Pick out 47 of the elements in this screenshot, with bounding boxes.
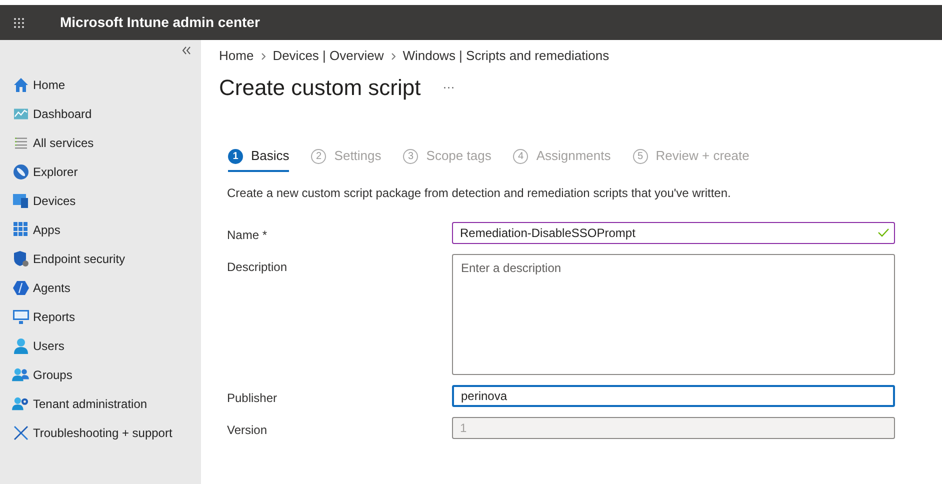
chevron-icon — [390, 52, 396, 60]
list-icon — [12, 136, 28, 148]
collapse-icon[interactable] — [182, 46, 191, 55]
field-label: Publisher — [227, 390, 278, 407]
sidebar-item[interactable]: Endpoint security — [0, 244, 201, 273]
breadcrumb-link[interactable]: Home — [219, 46, 254, 66]
step-number: 5 — [632, 148, 648, 164]
reports-icon — [12, 308, 28, 324]
apps-icon — [12, 222, 28, 237]
sidebar-item[interactable]: Devices — [0, 186, 201, 215]
user-icon — [12, 338, 28, 354]
sidebar-item[interactable]: Dashboard — [0, 99, 201, 128]
intro-text: Create a new custom script package from detection and remediation scripts that you've written. — [227, 185, 732, 202]
sidebar-item[interactable]: Home — [0, 70, 201, 99]
input-field[interactable]: perinova — [452, 385, 895, 407]
breadcrumb-link[interactable]: Devices | Overview — [272, 46, 384, 66]
checkmark-icon — [878, 228, 889, 237]
field-label: Description — [227, 259, 288, 276]
app-launcher-icon[interactable] — [13, 16, 25, 28]
description-field[interactable]: Enter a description — [452, 254, 895, 375]
group-icon — [12, 367, 29, 382]
field-label: Version — [227, 422, 268, 439]
sidebar-item[interactable]: Troubleshooting + support — [0, 418, 201, 447]
step-number: 3 — [403, 148, 418, 164]
step-number: 4 — [513, 148, 528, 164]
sidebar-item[interactable]: All services — [0, 128, 201, 157]
breadcrumb-link[interactable]: Windows | Scripts and remediations — [402, 46, 610, 66]
page-title: Create custom script — [219, 74, 421, 102]
more-button[interactable]: ··· — [442, 78, 455, 96]
sidebar-item[interactable]: Tenant administration — [0, 389, 201, 418]
sidebar-item[interactable]: Reports — [0, 302, 201, 331]
sidebar-item[interactable]: Agents — [0, 273, 201, 302]
app-title: Microsoft Intune admin center — [60, 13, 260, 32]
sidebar-item[interactable]: Groups — [0, 360, 201, 389]
input-field[interactable]: Remediation-DisableSSOPrompt — [452, 222, 895, 244]
home-icon — [12, 76, 28, 92]
shield-icon — [12, 250, 28, 266]
step-number: 1 — [228, 148, 243, 164]
step-number: 2 — [311, 148, 326, 164]
sidebar-item[interactable]: Users — [0, 331, 201, 360]
field-label: Name * — [227, 227, 268, 244]
sidebar-item[interactable]: Explorer — [0, 157, 201, 186]
devices-icon — [12, 192, 28, 208]
wizard-step[interactable]: 1 Basics — [228, 142, 290, 172]
chevron-icon — [260, 52, 266, 60]
sidebar-item[interactable]: Apps — [0, 215, 201, 244]
dashboard-icon — [12, 106, 28, 120]
